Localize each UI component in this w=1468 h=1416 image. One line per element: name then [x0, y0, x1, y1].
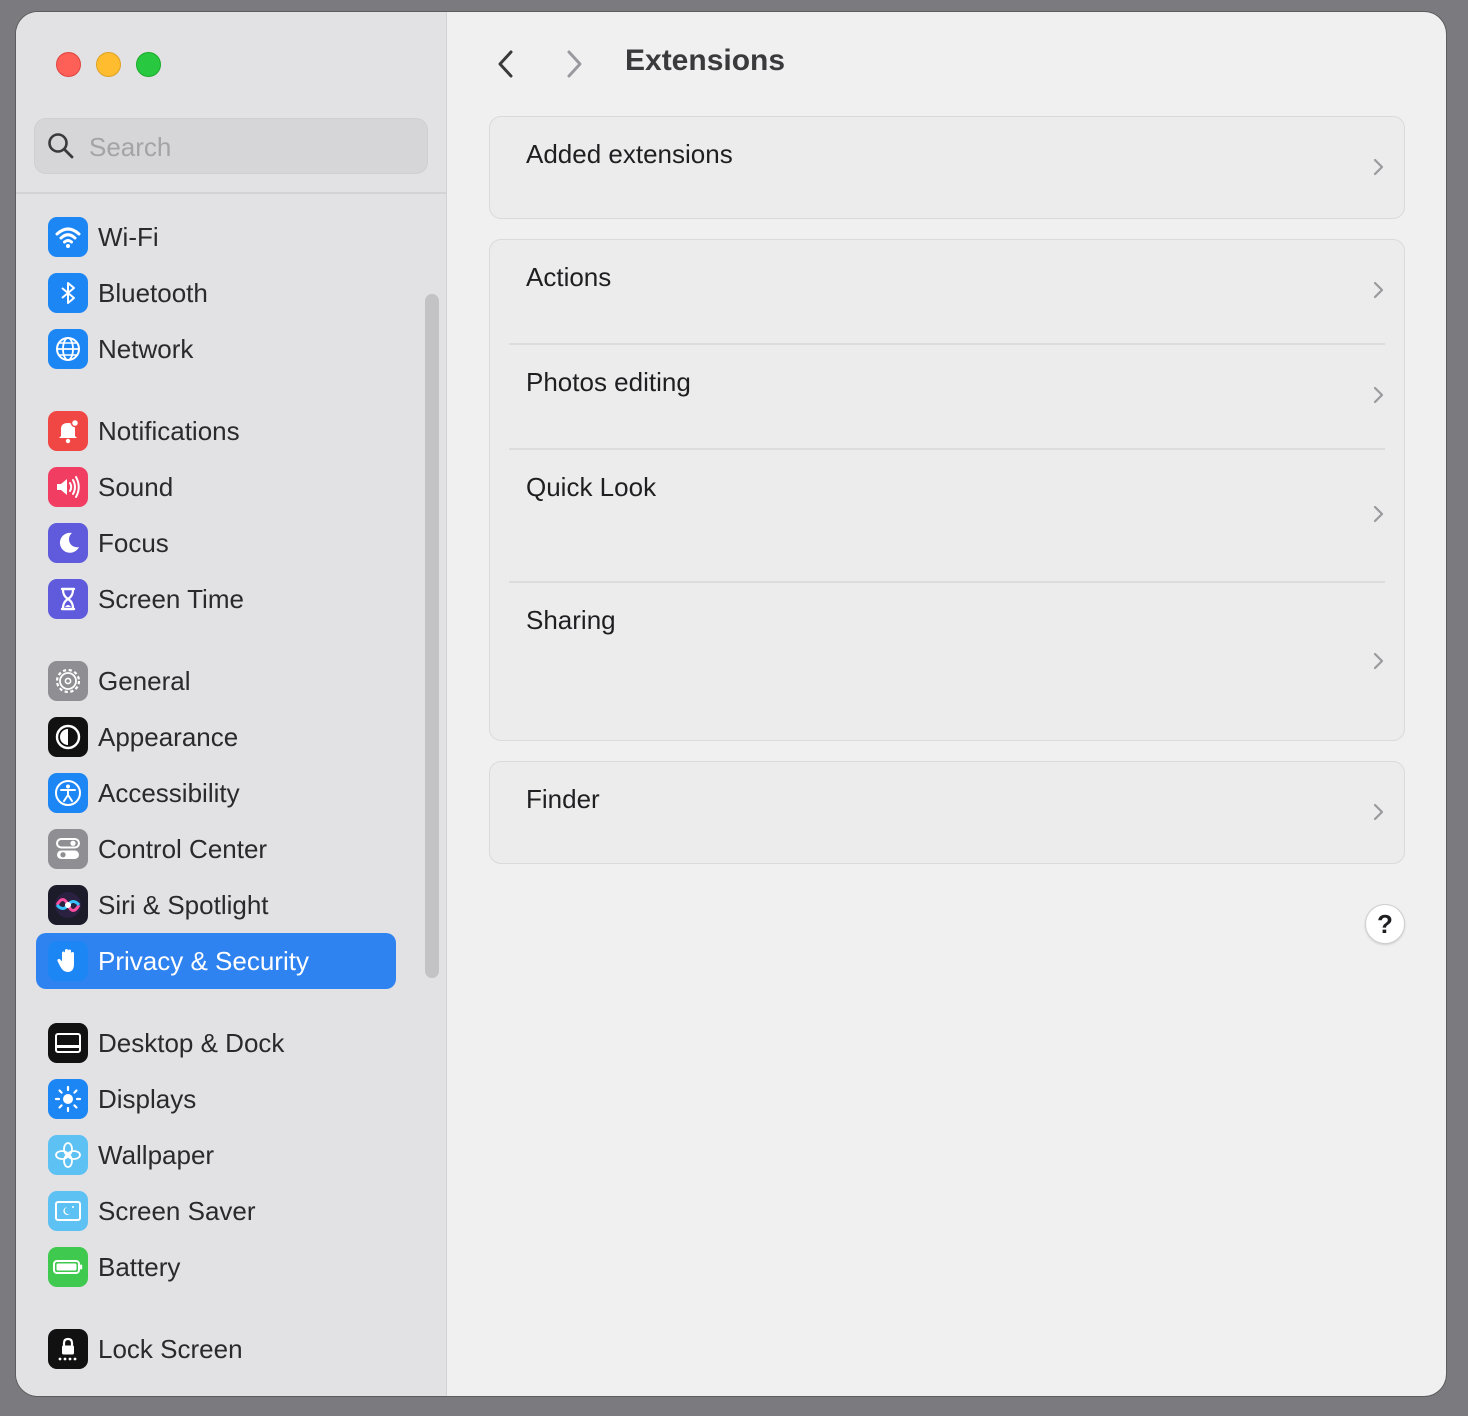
sidebar-item-lock-screen[interactable]: Lock Screen: [36, 1321, 396, 1377]
sidebar-item-privacy-security[interactable]: Privacy & Security: [36, 933, 396, 989]
settings-window: Search Wi-Fi Bluetooth Network Notificat…: [16, 12, 1446, 1396]
sidebar-item-siri-spotlight[interactable]: Siri & Spotlight: [36, 877, 396, 933]
help-button[interactable]: ?: [1365, 904, 1405, 944]
sidebar: Search Wi-Fi Bluetooth Network Notificat…: [16, 12, 447, 1396]
sidebar-item-label: Privacy & Security: [98, 946, 309, 976]
system-extensions-group: Actions Photos editing Quick Look Sharin…: [489, 239, 1405, 741]
chevron-right-icon: [1373, 505, 1384, 523]
sidebar-item-label: Bluetooth: [98, 278, 208, 308]
row-label: Actions: [526, 262, 612, 292]
sidebar-item-control-center[interactable]: Control Center: [36, 821, 396, 877]
chevron-right-icon: [1373, 158, 1384, 176]
bell-icon: [48, 411, 88, 451]
chevron-right-icon: [1373, 386, 1384, 404]
sidebar-item-screen-saver[interactable]: Screen Saver: [36, 1183, 396, 1239]
sidebar-list: Wi-Fi Bluetooth Network Notifications So…: [16, 12, 446, 1396]
speaker-icon: [48, 467, 88, 507]
sun-icon: [48, 1079, 88, 1119]
chevron-right-icon: [1373, 803, 1384, 821]
hand-icon: [48, 941, 88, 981]
sidebar-item-accessibility[interactable]: Accessibility: [36, 765, 396, 821]
sidebar-item-appearance[interactable]: Appearance: [36, 709, 396, 765]
moon-icon: [48, 523, 88, 563]
sidebar-item-label: Accessibility: [98, 778, 240, 808]
row-label: Added extensions: [526, 139, 733, 169]
sidebar-item-label: Desktop & Dock: [98, 1028, 285, 1058]
sidebar-item-battery[interactable]: Battery: [36, 1239, 396, 1295]
row-label: Quick Look: [526, 472, 657, 502]
finder-row[interactable]: Finder: [490, 762, 1404, 863]
lock-icon: [48, 1329, 88, 1369]
sidebar-item-bluetooth[interactable]: Bluetooth: [36, 265, 396, 321]
sidebar-item-label: Wallpaper: [98, 1140, 215, 1170]
sidebar-item-label: Siri & Spotlight: [98, 890, 269, 920]
sidebar-item-label: Appearance: [98, 722, 239, 752]
sidebar-item-notifications[interactable]: Notifications: [36, 403, 396, 459]
forward-button[interactable]: [561, 46, 589, 82]
row-label: Finder: [526, 784, 600, 814]
sidebar-item-label: Battery: [98, 1252, 181, 1282]
sidebar-item-focus[interactable]: Focus: [36, 515, 396, 571]
flower-icon: [48, 1135, 88, 1175]
chevron-right-icon: [1373, 652, 1384, 670]
sidebar-item-label: Control Center: [98, 834, 268, 864]
sidebar-item-wallpaper[interactable]: Wallpaper: [36, 1127, 396, 1183]
dock-icon: [48, 1023, 88, 1063]
accessibility-icon: [48, 773, 88, 813]
quick-look-row[interactable]: Quick Look: [490, 450, 1404, 580]
added-extensions-group: Added extensions: [489, 116, 1405, 219]
sidebar-item-desktop-dock[interactable]: Desktop & Dock: [36, 1015, 396, 1071]
row-label: Sharing: [526, 605, 616, 635]
page-title: Extensions: [625, 44, 786, 77]
screensaver-icon: [48, 1191, 88, 1231]
globe-icon: [48, 329, 88, 369]
sidebar-item-network[interactable]: Network: [36, 321, 396, 377]
sidebar-item-screen-time[interactable]: Screen Time: [36, 571, 396, 627]
toggles-icon: [48, 829, 88, 869]
actions-row[interactable]: Actions: [490, 240, 1404, 344]
finder-group: Finder: [489, 761, 1405, 864]
sidebar-scrollbar[interactable]: [425, 294, 439, 978]
photos-editing-row[interactable]: Photos editing: [490, 345, 1404, 449]
chevron-right-icon: [1373, 281, 1384, 299]
sidebar-item-general[interactable]: General: [36, 653, 396, 709]
sidebar-item-label: Screen Time: [98, 584, 244, 614]
wifi-icon: [48, 217, 88, 257]
gear-icon: [48, 661, 88, 701]
sidebar-item-label: Wi-Fi: [98, 222, 159, 252]
siri-icon: [48, 885, 88, 925]
battery-icon: [48, 1247, 88, 1287]
sidebar-item-label: Screen Saver: [98, 1196, 256, 1226]
back-button[interactable]: [491, 46, 519, 82]
sidebar-item-label: Focus: [98, 528, 169, 558]
added-extensions-row[interactable]: Added extensions: [490, 117, 1404, 218]
bluetooth-icon: [48, 273, 88, 313]
sidebar-item-label: General: [98, 666, 191, 696]
sidebar-item-label: Lock Screen: [98, 1334, 243, 1364]
main-pane: Extensions Added extensions Actions Phot…: [447, 12, 1446, 1396]
hourglass-icon: [48, 579, 88, 619]
sidebar-item-label: Sound: [98, 472, 174, 502]
sidebar-item-sound[interactable]: Sound: [36, 459, 396, 515]
sidebar-item-label: Notifications: [98, 416, 240, 446]
row-label: Photos editing: [526, 367, 691, 397]
sidebar-item-wifi[interactable]: Wi-Fi: [36, 209, 396, 265]
sidebar-item-label: Network: [98, 334, 194, 364]
sidebar-item-displays[interactable]: Displays: [36, 1071, 396, 1127]
sharing-row[interactable]: Sharing: [490, 583, 1404, 740]
appearance-icon: [48, 717, 88, 757]
sidebar-item-label: Displays: [98, 1084, 197, 1114]
